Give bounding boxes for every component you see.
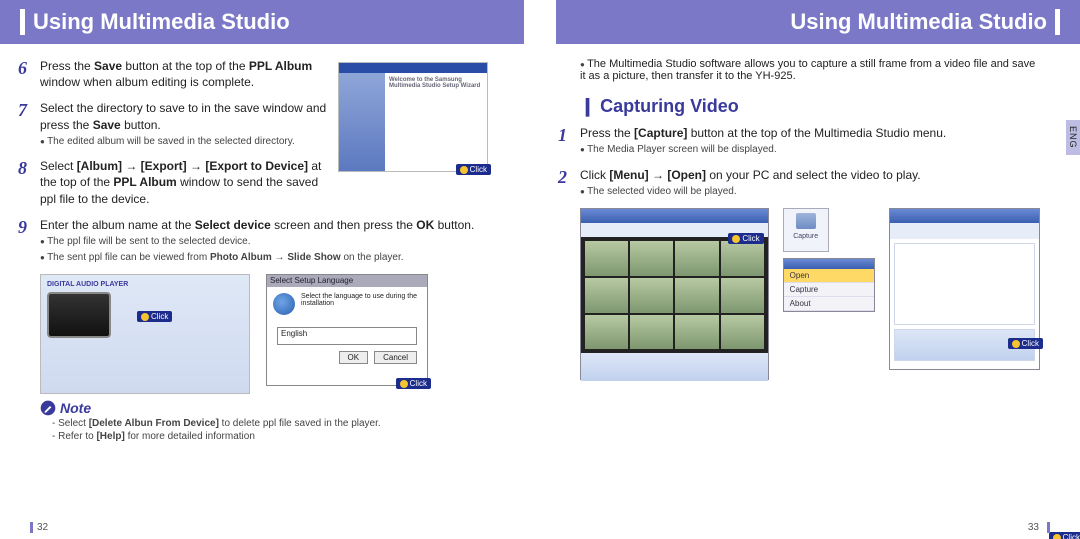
menu-click-tag: Click: [1049, 532, 1080, 539]
banner-right: Using Multimedia Studio: [556, 0, 1080, 44]
note-line-1: Select [Delete Albun From Device] to del…: [52, 418, 516, 429]
player-header: DIGITAL AUDIO PLAYER: [47, 281, 243, 288]
step-2-sub: The selected video will be played.: [580, 185, 1040, 199]
step-7: 7 Select the directory to save to in the…: [40, 100, 516, 148]
device-icon: [47, 292, 111, 338]
step-6: 6 Press the Save button at the top of th…: [40, 58, 516, 90]
step-8: 8 Select [Album] → [Export] → [Export to…: [40, 158, 516, 207]
note-heading: Note: [40, 400, 516, 416]
openwin-click-tag: Click: [1008, 338, 1043, 349]
lang-cancel-button[interactable]: Cancel: [374, 351, 417, 364]
lang-ok-button[interactable]: OK: [339, 351, 369, 364]
screenshot-open-window: Click: [889, 208, 1040, 370]
banner-title: Using Multimedia Studio: [790, 9, 1047, 35]
banner-left: Using Multimedia Studio: [0, 0, 524, 44]
capture-label: Capture: [793, 233, 818, 240]
step-9: 9 Enter the album name at the Select dev…: [40, 217, 516, 264]
stepnum: 6: [18, 56, 27, 80]
right-content: The Multimedia Studio software allows yo…: [540, 44, 1080, 380]
page-number-right: 33: [1028, 522, 1050, 533]
capture-menu-column: Capture Open Capture About Click: [783, 208, 875, 312]
lang-select[interactable]: English: [277, 327, 417, 345]
capture-tooltip: Capture: [783, 208, 829, 252]
screenshot-language-dialog: Select Setup Language Select the languag…: [266, 274, 428, 386]
manual-spread: Using Multimedia Studio Welcome to the S…: [0, 0, 1080, 539]
mediaplayer-click-tag: Click: [728, 233, 763, 244]
lang-click-tag: Click: [396, 378, 431, 389]
step-9-sub2: The sent ppl file can be viewed from Pho…: [40, 251, 516, 265]
page-left: Using Multimedia Studio Welcome to the S…: [0, 0, 540, 539]
thumbnail-grid: [581, 237, 768, 353]
globe-icon: [273, 293, 295, 315]
stepnum: 7: [18, 98, 27, 122]
stepnum: 9: [18, 215, 27, 239]
note-line-2: Refer to [Help] for more detailed inform…: [52, 431, 516, 442]
language-tab: ENG: [1066, 120, 1080, 155]
banner-title: Using Multimedia Studio: [33, 9, 290, 35]
lang-msg: Select the language to use during the in…: [301, 293, 421, 307]
left-content: Welcome to the Samsung Multimedia Studio…: [0, 44, 540, 442]
stepnum: 2: [558, 165, 567, 189]
menu-item[interactable]: Open: [784, 269, 874, 283]
stepnum: 1: [558, 123, 567, 147]
screenshot-media-player: Click: [580, 208, 769, 380]
step-1: 1 Press the [Capture] button at the top …: [580, 125, 1040, 157]
menu-item[interactable]: About: [784, 297, 874, 311]
step-9-sub1: The ppl file will be sent to the selecte…: [40, 235, 516, 249]
media-screenshots: Click Capture Open Capture About Click: [580, 208, 1040, 380]
stepnum: 8: [18, 156, 27, 180]
screenshot-menu: Open Capture About Click: [783, 258, 875, 312]
screenshot-row: DIGITAL AUDIO PLAYER Click Select Setup …: [40, 274, 516, 394]
pencil-icon: [40, 400, 56, 416]
menu-item[interactable]: Capture: [784, 283, 874, 297]
screenshot-player: DIGITAL AUDIO PLAYER Click: [40, 274, 250, 394]
step-1-sub: The Media Player screen will be displaye…: [580, 143, 1040, 157]
section-title: Capturing Video: [580, 96, 1040, 117]
page-number-left: 32: [30, 522, 48, 533]
page-right: Using Multimedia Studio ENG The Multimed…: [540, 0, 1080, 539]
step-2: 2 Click [Menu] → [Open] on your PC and s…: [580, 167, 1040, 199]
lang-titlebar: Select Setup Language: [267, 275, 427, 287]
player-click-tag: Click: [137, 311, 172, 322]
intro-text: The Multimedia Studio software allows yo…: [580, 58, 1040, 82]
step-7-sub: The edited album will be saved in the se…: [40, 135, 516, 149]
